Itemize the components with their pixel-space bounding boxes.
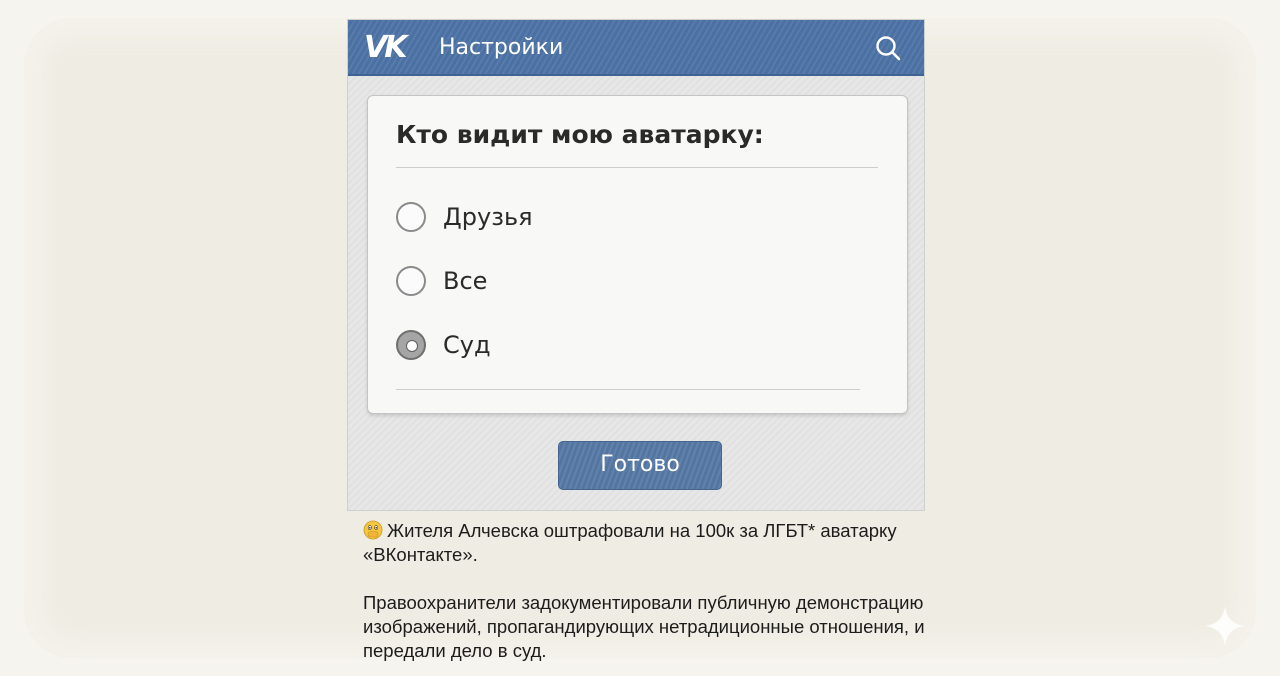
radio-button-selected[interactable] <box>396 330 426 360</box>
news-caption: Жителя Алчевска оштрафовали на 100к за Л… <box>363 519 933 663</box>
radio-button[interactable] <box>396 202 426 232</box>
app-header: VK Настройки <box>348 20 924 76</box>
search-icon[interactable] <box>874 34 902 62</box>
radio-button[interactable] <box>396 266 426 296</box>
privacy-question: Кто видит мою аватарку: <box>396 120 764 149</box>
settings-window: VK Настройки Кто видит мою аватарку: Дру… <box>347 19 925 511</box>
vk-logo[interactable]: VK <box>364 30 410 66</box>
done-button[interactable]: Готово <box>558 441 722 490</box>
caption-headline: Жителя Алчевска оштрафовали на 100к за Л… <box>363 520 897 565</box>
option-label: Друзья <box>443 203 533 231</box>
option-label: Все <box>443 267 488 295</box>
divider <box>396 167 878 168</box>
option-friends[interactable]: Друзья <box>396 198 696 238</box>
caption-body: Правоохранители задокументировали публич… <box>363 592 925 661</box>
face-with-hand-over-mouth-icon <box>363 520 383 540</box>
divider <box>396 389 860 390</box>
option-court[interactable]: Суд <box>396 326 696 366</box>
page-title: Настройки <box>439 35 564 60</box>
option-everyone[interactable]: Все <box>396 262 696 302</box>
sparkle-icon <box>1205 606 1245 646</box>
option-label: Суд <box>443 331 491 359</box>
privacy-card: Кто видит мою аватарку: Друзья Все Суд <box>367 95 908 414</box>
caption-headline-line: Жителя Алчевска оштрафовали на 100к за Л… <box>363 519 933 567</box>
